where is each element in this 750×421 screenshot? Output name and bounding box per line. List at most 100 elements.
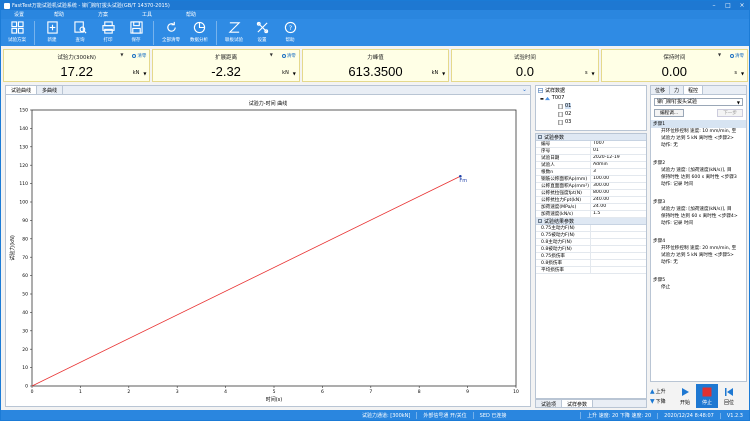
menu-item-help-2[interactable]: 帮助 xyxy=(169,11,213,18)
step-line: 停止 xyxy=(661,285,671,290)
dropdown-caret-icon[interactable]: ▼ xyxy=(270,52,273,57)
param-value[interactable]: 2020-12-19 xyxy=(591,155,646,161)
param-value[interactable] xyxy=(591,246,646,252)
param-row[interactable]: 加荷速度(MPa/s) 24.00 xyxy=(536,204,646,211)
param-value[interactable]: 1.5 xyxy=(591,211,646,217)
param-row[interactable]: 公称抗拉力Fpt(kN) 240.00 xyxy=(536,197,646,204)
minimize-icon[interactable]: – xyxy=(707,1,721,10)
tab-specimen-params[interactable]: 试样参数 xyxy=(561,400,594,408)
stop-button[interactable]: 停止 xyxy=(696,384,718,408)
param-value[interactable]: 100.00 xyxy=(591,176,646,182)
toolbar-print-button[interactable]: 打印 xyxy=(94,19,122,46)
param-row[interactable]: 平均损伤率 xyxy=(536,267,646,274)
program-step[interactable]: 步骤5 停止 xyxy=(651,276,746,291)
param-value[interactable]: 24.00 xyxy=(591,204,646,210)
toolbar-method-button[interactable]: 试验方案 xyxy=(3,19,31,46)
param-value[interactable] xyxy=(591,225,646,231)
tree-item[interactable]: 02 xyxy=(536,110,646,118)
toolbar-query-button[interactable]: 查询 xyxy=(66,19,94,46)
param-row[interactable]: 公称抗拉强度fpt(N) 800.00 xyxy=(536,190,646,197)
param-row[interactable]: 0.8主动力F(N) xyxy=(536,239,646,246)
return-button[interactable]: 回位 xyxy=(718,384,740,408)
param-value[interactable] xyxy=(591,267,646,273)
menu-item-settings[interactable]: 设置 xyxy=(1,11,37,18)
tree-group[interactable]: ▬ T007 xyxy=(536,94,646,102)
tab-multi-curve[interactable]: 多曲线 xyxy=(37,86,64,94)
tree-item[interactable]: 01 xyxy=(536,102,646,110)
param-row[interactable]: 试验日期 2020-12-19 xyxy=(536,155,646,162)
menu-item-help-1[interactable]: 帮助 xyxy=(37,11,81,18)
readout-zero-option[interactable]: 清零 xyxy=(132,53,146,59)
next-step-button[interactable]: 下一步 xyxy=(717,109,743,117)
analysis-icon xyxy=(193,21,205,34)
collapse-chevron-icon[interactable]: ⌄ xyxy=(522,86,530,94)
param-value[interactable]: T007 xyxy=(591,141,646,147)
dropdown-caret-icon[interactable]: ▼ xyxy=(718,52,721,57)
param-value[interactable]: Admin xyxy=(591,162,646,168)
program-step[interactable]: 步骤2 试验力 速度: [加荷速度(kN/s)], 目保持时性 达到 600 s … xyxy=(651,159,746,188)
method-select[interactable]: 铆门柳钉拔头试验 ▼ xyxy=(654,98,743,106)
toolbar-settings-button[interactable]: 设置 xyxy=(248,19,276,46)
param-value[interactable] xyxy=(591,239,646,245)
param-value[interactable]: 3 xyxy=(591,169,646,175)
program-step[interactable]: 步骤4 开环位移控制 速度: 20 mm/min, 至试验力 达到 5 kN 离时… xyxy=(651,237,746,266)
edit-program-button[interactable]: 编程调... xyxy=(654,109,685,117)
param-group-header[interactable]: - 试验参数 xyxy=(536,134,646,141)
dropdown-caret-icon[interactable]: ▼ xyxy=(120,52,123,57)
param-row[interactable]: 0.75主动力F(N) xyxy=(536,225,646,232)
tab-force[interactable]: 力 xyxy=(670,86,685,94)
dropdown-caret-icon[interactable]: ▼ xyxy=(741,71,744,76)
toolbar-new-button[interactable]: 新建 xyxy=(38,19,66,46)
param-value[interactable]: 240.00 xyxy=(591,197,646,203)
tab-test-curve[interactable]: 试验曲线 xyxy=(6,86,38,94)
maximize-icon[interactable]: □ xyxy=(721,1,735,10)
tab-displacement[interactable]: 位移 xyxy=(651,86,671,94)
param-value[interactable]: 800.00 xyxy=(591,190,646,196)
start-button[interactable]: 开始 xyxy=(674,384,696,408)
param-row[interactable]: 公称直面面积Ap(mm²) 300.00 xyxy=(536,183,646,190)
param-value[interactable]: 300.00 xyxy=(591,183,646,189)
toolbar-save-button[interactable]: 保存 xyxy=(122,19,150,46)
chevron-down-icon: ▼ xyxy=(736,100,740,105)
up-button[interactable]: ▲ 上升 xyxy=(650,386,674,396)
collapse-icon[interactable]: - xyxy=(538,135,542,139)
param-row[interactable]: 根数n 3 xyxy=(536,169,646,176)
param-row[interactable]: 0.8被动力F(N) xyxy=(536,246,646,253)
param-row[interactable]: 序号 01 xyxy=(536,148,646,155)
param-value[interactable] xyxy=(591,232,646,238)
param-row[interactable]: 试验人 Admin xyxy=(536,162,646,169)
param-value[interactable]: 01 xyxy=(591,148,646,154)
toolbar-reset-button[interactable]: 全部清零 xyxy=(157,19,185,46)
readout-zero-option[interactable]: 清零 xyxy=(281,53,296,59)
toolbar-help-button[interactable]: ? 帮助 xyxy=(276,19,304,46)
param-row[interactable]: 钢筋公称面积Ap(mm) 100.00 xyxy=(536,176,646,183)
tree-item[interactable]: 03 xyxy=(536,118,646,126)
close-icon[interactable]: × xyxy=(735,1,749,10)
dropdown-caret-icon[interactable]: ▼ xyxy=(143,71,146,76)
dropdown-caret-icon[interactable]: ▼ xyxy=(592,71,595,76)
dropdown-caret-icon[interactable]: ▼ xyxy=(442,71,445,76)
readout-zero-option[interactable]: 清零 xyxy=(730,53,744,59)
force-time-chart[interactable]: 0 1 2 3 4 5 6 7 8 9 100102030405060708090100110120… xyxy=(6,96,530,407)
param-value[interactable] xyxy=(591,253,646,259)
menu-item-tools[interactable]: 工具 xyxy=(125,11,169,18)
tab-program[interactable]: 程控 xyxy=(684,86,704,94)
x-tick-label: 9 xyxy=(466,389,469,395)
down-button[interactable]: ▼ 下降 xyxy=(650,396,674,406)
toolbar-analysis-button[interactable]: 数据分析 xyxy=(185,19,213,46)
collapse-icon[interactable]: - xyxy=(538,219,542,223)
program-step[interactable]: 步骤1 开环位移控制 速度: 10 mm/min, 至试验力 达到 5 kN 离时… xyxy=(651,120,746,149)
param-row[interactable]: 编号 T007 xyxy=(536,141,646,148)
program-step[interactable]: 步骤3 试验力 速度: [加荷速度(kN/s)], 目保持时性 达到 60 s 离… xyxy=(651,198,746,227)
param-row[interactable]: 0.75损伤率 xyxy=(536,253,646,260)
tab-test-items[interactable]: 试验项 xyxy=(536,400,561,408)
menu-item-method[interactable]: 方案 xyxy=(81,11,125,18)
dropdown-caret-icon[interactable]: ▼ xyxy=(293,71,296,76)
tree-expand-icon[interactable]: ▬ xyxy=(540,96,544,101)
toolbar-joint-button[interactable]: 联板试验 xyxy=(220,19,248,46)
tree-root[interactable]: 试样数据 xyxy=(536,86,646,94)
param-group-header[interactable]: - 试验结果参数 xyxy=(536,218,646,225)
param-row[interactable]: 0.75被动力F(N) xyxy=(536,232,646,239)
param-row[interactable]: 0.8损伤率 xyxy=(536,260,646,267)
param-value[interactable] xyxy=(591,260,646,266)
